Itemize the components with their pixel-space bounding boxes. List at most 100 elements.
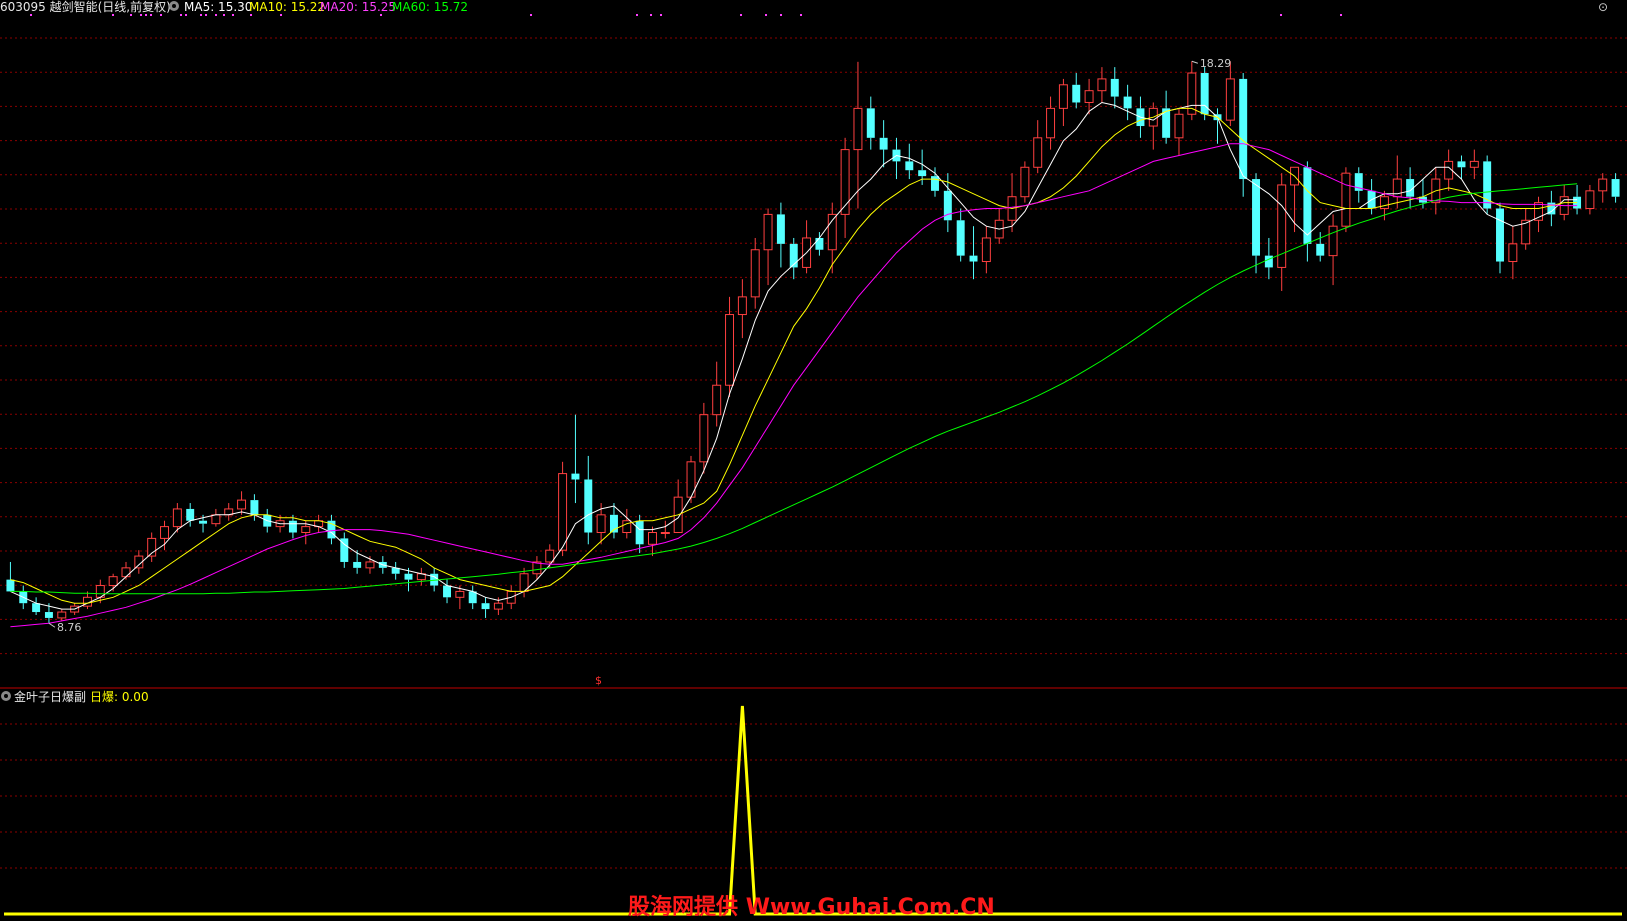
top-marker-dot [636,14,638,16]
candle-body [1508,243,1518,263]
candle-body [301,526,311,534]
ma5-label: MA5: 15.30 [184,0,253,14]
candle-body [288,520,297,533]
candle[interactable] [1483,155,1492,215]
candle[interactable] [1200,67,1209,121]
indicator-value: 日爆: 0.00 [90,690,149,704]
ma20-label: MA20: 15.25 [320,0,397,14]
candle-body [660,532,670,535]
top-marker-dot [232,14,234,16]
top-marker-dot [223,14,225,16]
watermark-cn: 股海网提供 [628,895,739,920]
chart-stage: 18.29 8.76 $ [0,0,1627,918]
annotation-min_low: 8.76 [57,621,82,634]
candle-body [1239,78,1248,180]
candle[interactable] [1020,161,1030,203]
candle[interactable] [1341,167,1351,233]
candle-body [1084,90,1094,103]
top-marker-dot [215,14,217,16]
candle-body [1264,255,1273,268]
top-marker-dot [740,14,742,16]
candle-body [699,414,709,463]
candle-body [1033,137,1043,168]
candle-body [1457,161,1466,168]
candle-body [199,520,208,524]
top-marker-dot [145,14,147,16]
top-marker-dot [530,14,532,16]
candle-body [6,579,15,592]
top-marker-dot [650,14,652,16]
candle-body [853,107,863,151]
top-marker-dot [200,14,202,16]
top-marker-dot [140,14,142,16]
candle-body [866,108,875,138]
candle-body [443,585,452,598]
candle-body [1058,84,1068,109]
candle-body [1469,160,1479,168]
candle-body [571,473,580,480]
top-marker-dot [780,14,782,16]
candle-body [1328,225,1338,257]
candle-body [622,520,632,534]
indicator-name: 金叶子日爆副 [14,690,87,704]
top-marker-dot [160,14,162,16]
top-marker-dot [660,14,662,16]
watermark-url: Www.Guhai.Com.CN [745,895,995,920]
candle-body [237,499,247,510]
candle-body [969,255,978,262]
stock-title: 603095 越剑智能(日线,前复权) [0,0,171,14]
candle-body [879,137,888,150]
top-marker-dot [150,14,152,16]
candle-body [365,561,375,569]
candle-body [353,561,362,568]
candle-body [558,473,568,551]
top-marker-dot [130,14,132,16]
top-marker-dot [250,14,252,16]
candle-body [404,573,413,580]
indicator-settings-icon[interactable] [0,690,12,705]
candle-body [712,384,722,416]
candle-body [1097,78,1107,92]
top-marker-dot [112,14,114,16]
candle-body [1598,178,1608,192]
top-marker-dot [765,14,767,16]
candle[interactable] [686,455,696,504]
candle-body [1611,179,1620,197]
candle-body [57,611,67,619]
candle-body [44,612,53,618]
candle-body [211,514,221,525]
candle-body [1585,190,1595,210]
candle-body [1316,243,1325,256]
candle-body [121,567,131,578]
settings-icon[interactable] [168,0,180,15]
candle-body [725,314,735,386]
candle-body [545,549,555,563]
candle-body [931,176,939,191]
ma10-label: MA10: 15.22 [249,0,326,14]
watermark: 股海网提供 Www.Guhai.Com.CN [628,889,995,921]
candle-body [776,214,785,244]
candle-body [160,526,169,539]
candle-body [956,220,965,256]
signal-mark: $ [595,674,602,687]
top-marker-dot [800,14,802,16]
annotation-max_high: 18.29 [1200,57,1232,70]
corner-icon[interactable]: ⊙ [1598,0,1608,14]
top-marker-dot [180,14,182,16]
candle-body [840,149,850,215]
top-marker-dot [1340,14,1342,16]
candle-body [1252,179,1261,256]
candle-body [584,479,593,533]
candle-body [1072,84,1081,103]
candle-body [172,508,182,528]
candle-body [1046,107,1056,139]
candle-body [815,237,824,250]
candle-body [918,170,927,177]
candle-body [635,520,644,545]
candle-body [1379,196,1389,210]
candle-body [32,603,41,613]
candle-body [1174,113,1184,139]
candle-body [493,602,503,610]
candle-body [455,590,465,598]
candle-body [750,249,760,298]
